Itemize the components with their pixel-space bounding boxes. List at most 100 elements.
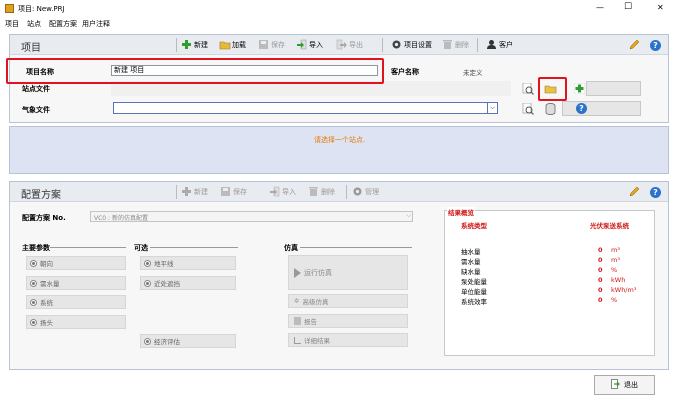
status-dot-icon: [144, 337, 151, 345]
project-settings-button[interactable]: 项目设置: [391, 39, 432, 50]
main-params-title: 主要参数: [22, 244, 50, 252]
database-icon[interactable]: [545, 103, 556, 117]
result-value: 0: [598, 246, 603, 254]
plus-icon: [181, 186, 192, 197]
chevron-down-icon: ⌵: [406, 212, 411, 219]
menu-user-notes[interactable]: 用户注释: [82, 19, 110, 29]
import-icon: [296, 39, 307, 50]
save-variant-button[interactable]: 保存: [220, 186, 247, 197]
client-button[interactable]: 客户: [486, 39, 513, 50]
optional-title: 可选: [134, 244, 148, 252]
pencil-icon[interactable]: [628, 39, 640, 53]
play-icon: [294, 267, 301, 278]
variant-number-label: 配置方案 No.: [22, 214, 66, 222]
near-shadings-button[interactable]: 近处遮挡: [140, 276, 236, 290]
status-dot-icon: [30, 298, 37, 306]
results-title: 结果概览: [447, 207, 475, 217]
export-icon: [336, 39, 347, 50]
status-dot-icon: [30, 318, 37, 326]
highlight-folder-button: [538, 77, 567, 101]
maximize-button[interactable]: ☐: [624, 2, 632, 12]
delete-variant-button[interactable]: 删除: [308, 186, 335, 197]
result-label: 缺水量: [461, 268, 481, 276]
add-site-icon[interactable]: [573, 82, 586, 96]
new-variant-button[interactable]: 新建: [181, 186, 208, 197]
system-type-label: 系统类型: [461, 222, 487, 230]
weather-file-select[interactable]: ⌵: [113, 102, 498, 114]
orientation-button[interactable]: 朝向: [26, 256, 126, 270]
simulation-title: 仿真: [284, 244, 298, 252]
head-button[interactable]: 扬头: [26, 315, 126, 329]
menu-variant[interactable]: 配置方案: [49, 19, 77, 29]
client-name-label: 客户名称: [391, 68, 419, 76]
variant-select[interactable]: VC0 : 新的仿真配置 ⌵: [90, 211, 413, 222]
gear-icon: [352, 186, 363, 197]
advanced-simulation-button[interactable]: ✲ 高级仿真: [288, 294, 408, 308]
variant-pencil-icon[interactable]: [628, 186, 640, 200]
chevron-down-icon: ⌵: [487, 103, 497, 113]
site-search-icon[interactable]: [522, 82, 534, 97]
water-needs-button[interactable]: 需水量: [26, 276, 126, 290]
floppy-icon: [258, 39, 269, 50]
result-unit: kWh/m³: [611, 286, 637, 294]
result-value: 0: [598, 296, 603, 304]
result-value: 0: [598, 266, 603, 274]
weather-search-icon[interactable]: [522, 102, 534, 117]
site-file-label: 站点文件: [22, 85, 50, 93]
notice-area: 请选择一个站点.: [9, 126, 669, 174]
client-name-value: 未定义: [463, 69, 483, 77]
result-value: 0: [598, 276, 603, 284]
weather-file-label: 气象文件: [22, 106, 50, 114]
app-icon: [5, 4, 14, 13]
results-summary-box: 结果概览 系统类型 光伏泵送系统 抽水量 0 m³ 需水量 0 m³ 缺水量 0…: [444, 207, 655, 356]
menu-project[interactable]: 项目: [5, 19, 19, 29]
result-label: 泵处能量: [461, 278, 487, 286]
exit-icon: [611, 379, 621, 391]
result-unit: kWh: [611, 276, 626, 284]
variant-section-title: 配置方案: [21, 190, 61, 201]
notice-text: 请选择一个站点.: [314, 136, 366, 144]
delete-project-button[interactable]: 删除: [442, 39, 469, 50]
result-label: 需水量: [461, 258, 481, 266]
trash-icon: [308, 186, 319, 197]
user-icon: [486, 39, 497, 50]
result-unit: m³: [611, 256, 620, 264]
result-label: 抽水量: [461, 248, 481, 256]
result-unit: %: [611, 296, 618, 304]
exit-button[interactable]: 退出: [594, 375, 655, 395]
import-project-button[interactable]: 导入: [296, 39, 323, 50]
result-value: 0: [598, 256, 603, 264]
chart-icon: [294, 336, 301, 344]
detailed-results-button[interactable]: 详细结果: [288, 333, 408, 347]
economic-evaluation-button[interactable]: 经济评估: [140, 334, 236, 348]
horizon-button[interactable]: 地平线: [140, 256, 236, 270]
floppy-icon: [220, 186, 231, 197]
status-dot-icon: [30, 279, 37, 287]
variant-help-icon[interactable]: ?: [650, 187, 661, 198]
status-dot-icon: [144, 259, 151, 267]
export-project-button[interactable]: 导出: [336, 39, 363, 50]
weather-help-icon[interactable]: ?: [576, 103, 587, 114]
result-label: 单位能量: [461, 288, 487, 296]
new-project-button[interactable]: 新建: [181, 39, 208, 50]
system-button[interactable]: 系统: [26, 295, 126, 309]
import-icon: [269, 186, 280, 197]
project-header: 项目 新建 加载 保存 导入 导出 项目设置 删除 客户 ?: [10, 35, 668, 55]
highlight-project-name: [6, 58, 384, 84]
import-variant-button[interactable]: 导入: [269, 186, 296, 197]
help-icon[interactable]: ?: [650, 40, 661, 51]
manage-variants-button[interactable]: 管理: [352, 186, 379, 197]
menu-site[interactable]: 站点: [27, 19, 41, 29]
project-section-title: 项目: [21, 43, 41, 54]
close-button[interactable]: ✕: [657, 3, 664, 12]
weather-tool-area: [562, 101, 641, 116]
save-project-button[interactable]: 保存: [258, 39, 285, 50]
menu-bar: 项目 站点 配置方案 用户注释: [0, 17, 680, 31]
minimize-button[interactable]: —: [596, 3, 604, 12]
folder-icon: [219, 39, 231, 50]
load-project-button[interactable]: 加载: [219, 39, 246, 50]
report-button[interactable]: 报告: [288, 314, 408, 328]
report-icon: [294, 317, 301, 325]
plus-icon: [181, 39, 192, 50]
run-simulation-button[interactable]: 运行仿真: [288, 255, 408, 290]
